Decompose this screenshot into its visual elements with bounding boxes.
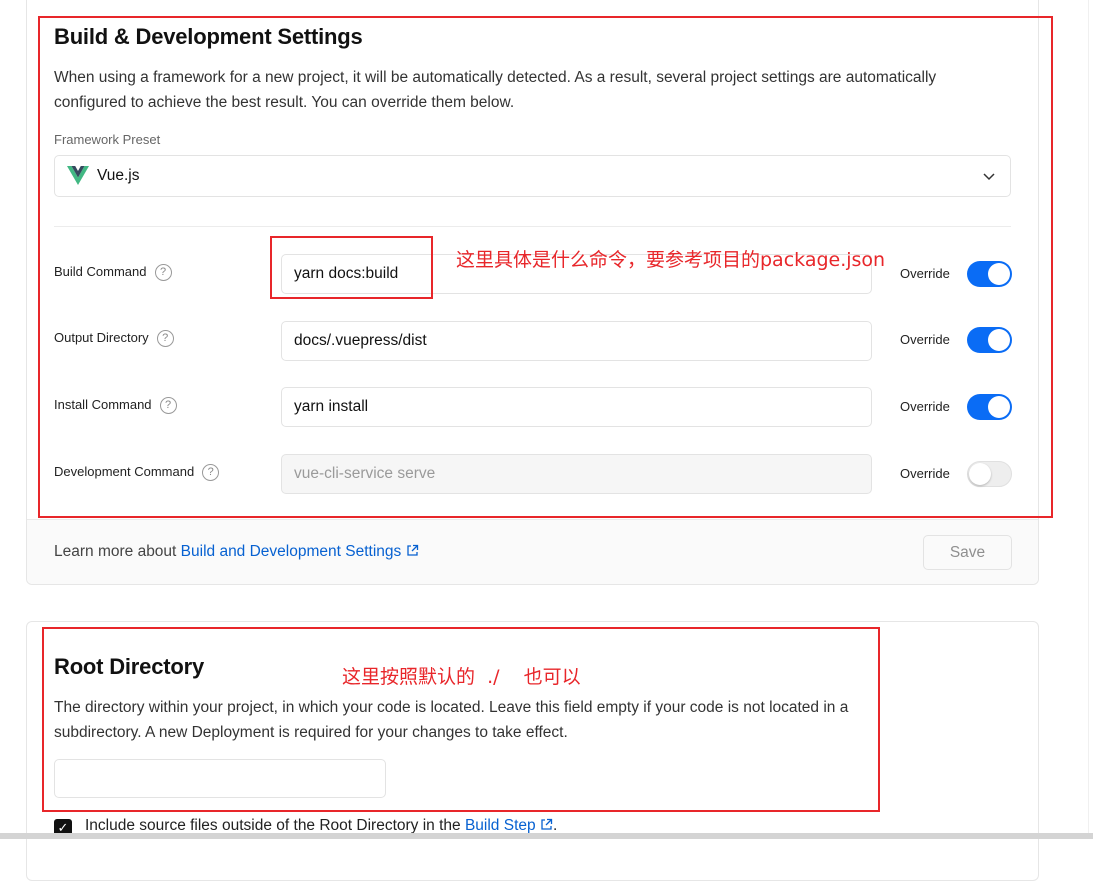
learn-more-link[interactable]: Build and Development Settings	[181, 543, 419, 560]
save-button[interactable]: Save	[923, 535, 1012, 570]
annotation-note-root: 这里按照默认的 ./ 也可以	[342, 666, 581, 688]
page-edge	[1088, 0, 1089, 839]
include-source-files-prefix: Include source files outside of the Root…	[85, 817, 465, 834]
learn-more-prefix: Learn more about	[54, 543, 181, 560]
annotation-box-build-command	[270, 236, 433, 299]
include-source-files-suffix: .	[552, 817, 558, 834]
external-link-icon	[541, 818, 553, 830]
learn-more-text: Learn more about Build and Development S…	[54, 543, 419, 561]
build-step-link-text: Build Step	[464, 817, 536, 834]
learn-more-link-text: Build and Development Settings	[180, 543, 402, 560]
annotation-box-root-directory	[42, 627, 880, 812]
build-step-link[interactable]: Build Step	[465, 817, 553, 834]
annotation-note-build: 这里具体是什么命令，要参考项目的package.json	[456, 249, 886, 271]
horizontal-scrollbar[interactable]	[0, 833, 1093, 839]
external-link-icon	[406, 544, 418, 556]
